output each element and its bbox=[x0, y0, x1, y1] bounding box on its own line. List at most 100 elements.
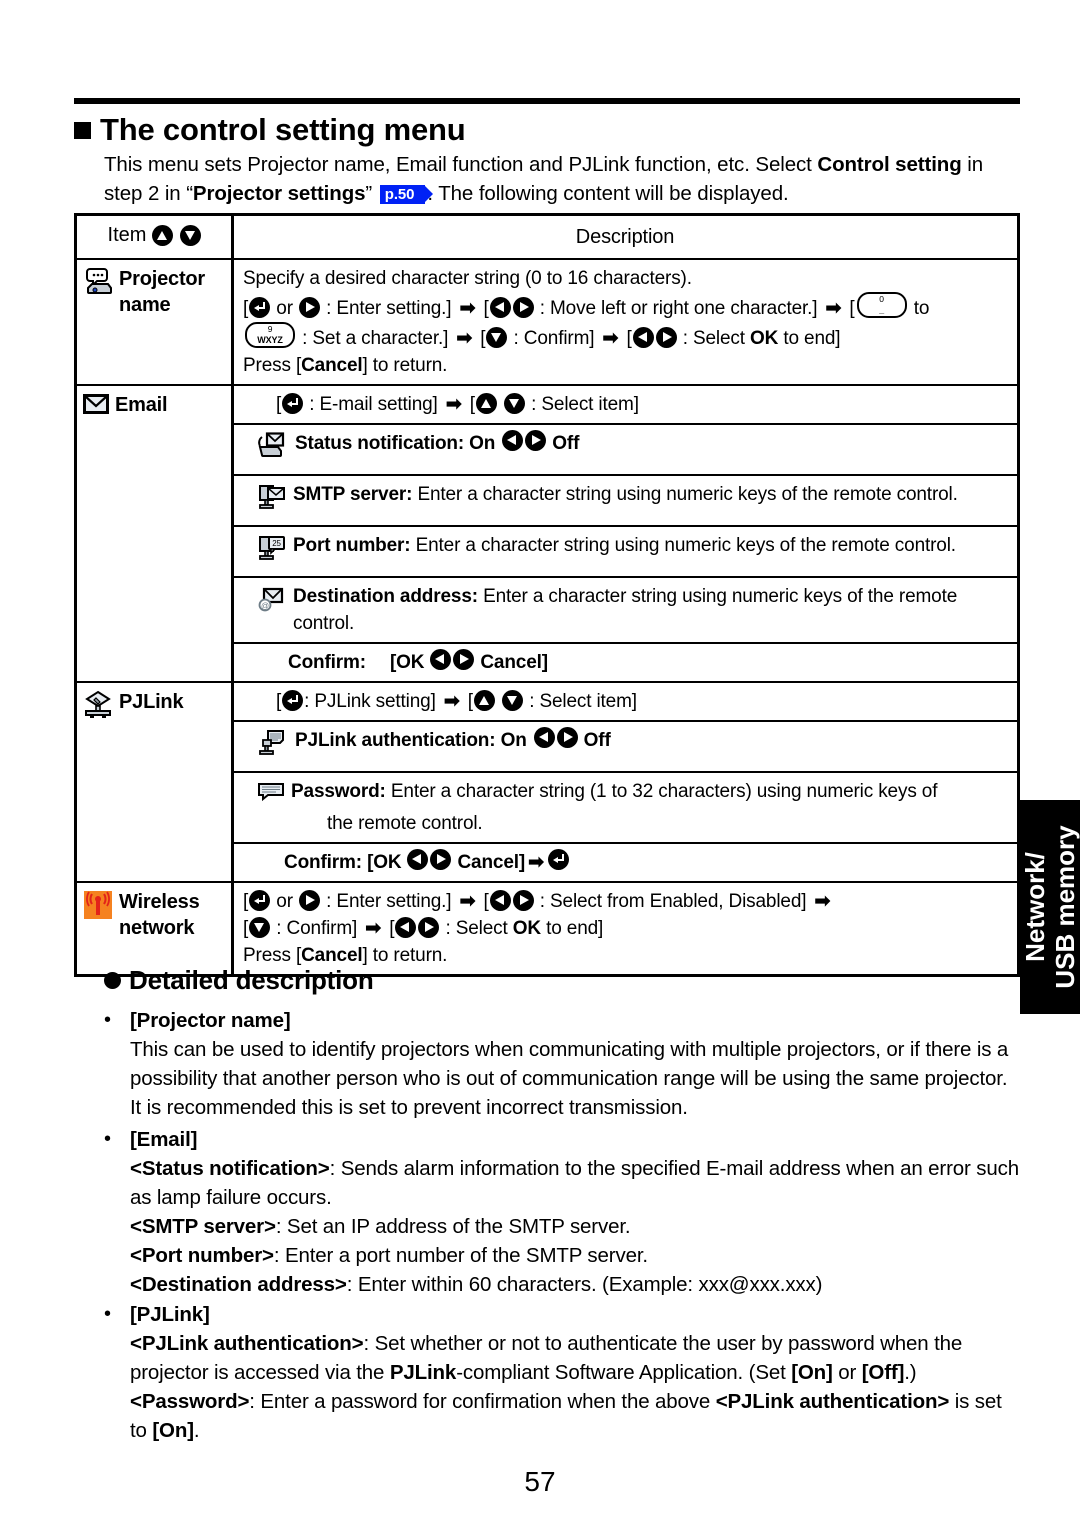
nav-right-icon bbox=[556, 727, 578, 748]
smtp-server-icon bbox=[257, 482, 287, 520]
password-desc-line2: the remote control. bbox=[327, 813, 483, 834]
enter-setting-text: : Enter setting.] bbox=[326, 891, 452, 912]
pjlink-subrows: [: PJLink setting] ➡ [ : Select item] PJ… bbox=[234, 683, 1017, 881]
intro-part3: ” bbox=[365, 182, 378, 205]
table-row: Email [ : E-mail setting] ➡ [ : Select i… bbox=[77, 386, 1017, 683]
password-desc: Enter a character string (1 to 32 charac… bbox=[385, 781, 938, 802]
list-bullet-icon: • bbox=[104, 1009, 111, 1031]
nav-up-icon bbox=[152, 225, 174, 246]
nav-left-icon bbox=[430, 649, 452, 670]
arrow-right-icon: ➡ bbox=[459, 298, 476, 319]
pjlink-password-line: <Password>: Enter a password for confirm… bbox=[104, 1387, 1024, 1445]
header-description-label: Description bbox=[575, 226, 675, 248]
smtp-server-row: SMTP server: Enter a character string us… bbox=[234, 476, 1017, 527]
nav-left-icon bbox=[489, 890, 511, 911]
email-subrows: [ : E-mail setting] ➡ [ : Select item] S… bbox=[234, 386, 1017, 681]
header-cell-item: Item bbox=[77, 216, 234, 258]
or-text: or bbox=[276, 298, 293, 319]
nav-down-icon bbox=[502, 690, 524, 711]
section-heading-email: [Email] bbox=[130, 1128, 198, 1151]
email-first-line-row: [ : E-mail setting] ➡ [ : Select item] bbox=[234, 386, 1017, 425]
page-reference-badge[interactable]: p.50 bbox=[379, 185, 433, 204]
section-pjlink: • [PJLink] <PJLink authentication>: Set … bbox=[104, 1300, 1024, 1445]
ok-label: OK bbox=[750, 328, 779, 349]
intro-paragraph: This menu sets Projector name, Email fun… bbox=[104, 150, 1022, 208]
on-label: [On] bbox=[791, 1361, 833, 1384]
table-header-row: Item Description bbox=[77, 216, 1017, 260]
pjlink-authentication-off: Off bbox=[583, 730, 611, 751]
arrow-right-icon: ➡ bbox=[443, 691, 460, 712]
table-row: Wireless network [ or : Enter setting.] ➡… bbox=[77, 883, 1017, 974]
press-text: Press [ bbox=[243, 355, 302, 376]
status-notification-icon bbox=[257, 431, 287, 469]
pjlink-auth-term: <PJLink authentication> bbox=[130, 1332, 364, 1355]
or-text: or bbox=[832, 1361, 862, 1384]
status-notification-row: Status notification: On Off bbox=[234, 425, 1017, 476]
projector-name-icon bbox=[83, 267, 113, 302]
projector-name-line2: [ or : Enter setting.] ➡ [ : Move left o… bbox=[243, 292, 1007, 322]
nav-right-icon bbox=[418, 917, 440, 938]
select-item-text: : Select item] bbox=[531, 394, 639, 415]
pjlink-auth-ref: <PJLink authentication> bbox=[715, 1390, 950, 1413]
email-confirm-cancel: Cancel] bbox=[480, 652, 548, 673]
detailed-description-heading: Detailed description bbox=[104, 965, 374, 996]
header-item-label: Item bbox=[107, 224, 147, 246]
table-row: Projector name Specify a desired characte… bbox=[77, 260, 1017, 386]
arrow-right-icon: ➡ bbox=[602, 328, 619, 349]
numeric-key-9-icon: 9 WXYZ bbox=[245, 322, 295, 348]
arrow-right-icon: ➡ bbox=[456, 328, 473, 349]
to-text: to bbox=[913, 298, 930, 319]
status-notification-term: <Status notification> bbox=[130, 1157, 330, 1180]
item-label-pjlink: PJLink bbox=[119, 691, 184, 713]
nav-right-icon bbox=[299, 297, 321, 318]
section-heading-projector-name: [Projector name] bbox=[130, 1009, 291, 1032]
list-bullet-icon: • bbox=[104, 1303, 111, 1325]
destination-address-def: : Enter within 60 characters. (Example: … bbox=[346, 1273, 823, 1296]
intro-part4: . The following content will be displaye… bbox=[427, 182, 789, 205]
description-cell-wireless-network: [ or : Enter setting.] ➡ [ : Select from… bbox=[234, 883, 1017, 974]
status-notification-off: Off bbox=[552, 433, 580, 454]
set-character-text: : Set a character.] bbox=[302, 328, 449, 349]
to-end-text: to end] bbox=[783, 328, 841, 349]
email-status-notification-line: <Status notification>: Sends alarm infor… bbox=[104, 1154, 1024, 1212]
arrow-right-icon: ➡ bbox=[365, 918, 382, 939]
svg-text:@: @ bbox=[261, 602, 269, 611]
item-label-email: Email bbox=[115, 394, 168, 416]
arrow-right-icon: ➡ bbox=[459, 891, 476, 912]
pjlink-auth-line: <PJLink authentication>: Set whether or … bbox=[104, 1329, 1024, 1387]
enter-key-icon bbox=[547, 849, 569, 870]
smtp-server-def: : Set an IP address of the SMTP server. bbox=[275, 1215, 631, 1238]
pjlink-auth-icon bbox=[257, 728, 287, 766]
email-confirm-label: Confirm: bbox=[288, 652, 366, 673]
destination-address-row: @ Destination address: Enter a character… bbox=[234, 578, 1017, 644]
detailed-description-title: Detailed description bbox=[129, 965, 374, 995]
section-heading-pjlink: [PJLink] bbox=[130, 1303, 210, 1326]
enter-key-icon bbox=[282, 393, 304, 414]
item-cell-email: Email bbox=[77, 386, 234, 681]
nav-up-icon bbox=[473, 690, 495, 711]
list-bullet-icon: • bbox=[104, 1128, 111, 1150]
on-label: [On] bbox=[152, 1419, 194, 1442]
wireless-line2: [ : Confirm] ➡ [ : Select OK to end] bbox=[243, 915, 1007, 942]
page-title-text: The control setting menu bbox=[100, 112, 466, 147]
square-bullet-icon bbox=[74, 121, 91, 139]
destination-address-text-wrap: Destination address: Enter a character s… bbox=[293, 583, 1007, 637]
wireless-line1: [ or : Enter setting.] ➡ [ : Select from… bbox=[243, 888, 1007, 915]
move-character-text: : Move left or right one character.] bbox=[539, 298, 818, 319]
pjlink-first-line-row: [: PJLink setting] ➡ [ : Select item] bbox=[234, 683, 1017, 722]
nav-right-icon bbox=[525, 430, 547, 451]
section-body-projector-name: This can be used to identify projectors … bbox=[130, 1038, 1009, 1119]
pjlink-setting-text: : PJLink setting] bbox=[304, 691, 436, 712]
port-number-desc: Enter a character string using numeric k… bbox=[410, 535, 956, 556]
pjlink-confirm-row: Confirm: [OK Cancel] ➡ bbox=[234, 844, 1017, 881]
enter-key-icon bbox=[249, 890, 271, 911]
to-end-text: to end] bbox=[546, 918, 604, 939]
or-text: or bbox=[276, 891, 293, 912]
to-return-text: ] to return. bbox=[362, 355, 448, 376]
smtp-server-term: <SMTP server> bbox=[130, 1215, 276, 1238]
item-cell-pjlink: PJLink bbox=[77, 683, 234, 881]
email-icon bbox=[83, 393, 109, 420]
nav-right-icon bbox=[512, 297, 534, 318]
nav-left-icon bbox=[632, 327, 654, 348]
nav-right-icon bbox=[655, 327, 677, 348]
